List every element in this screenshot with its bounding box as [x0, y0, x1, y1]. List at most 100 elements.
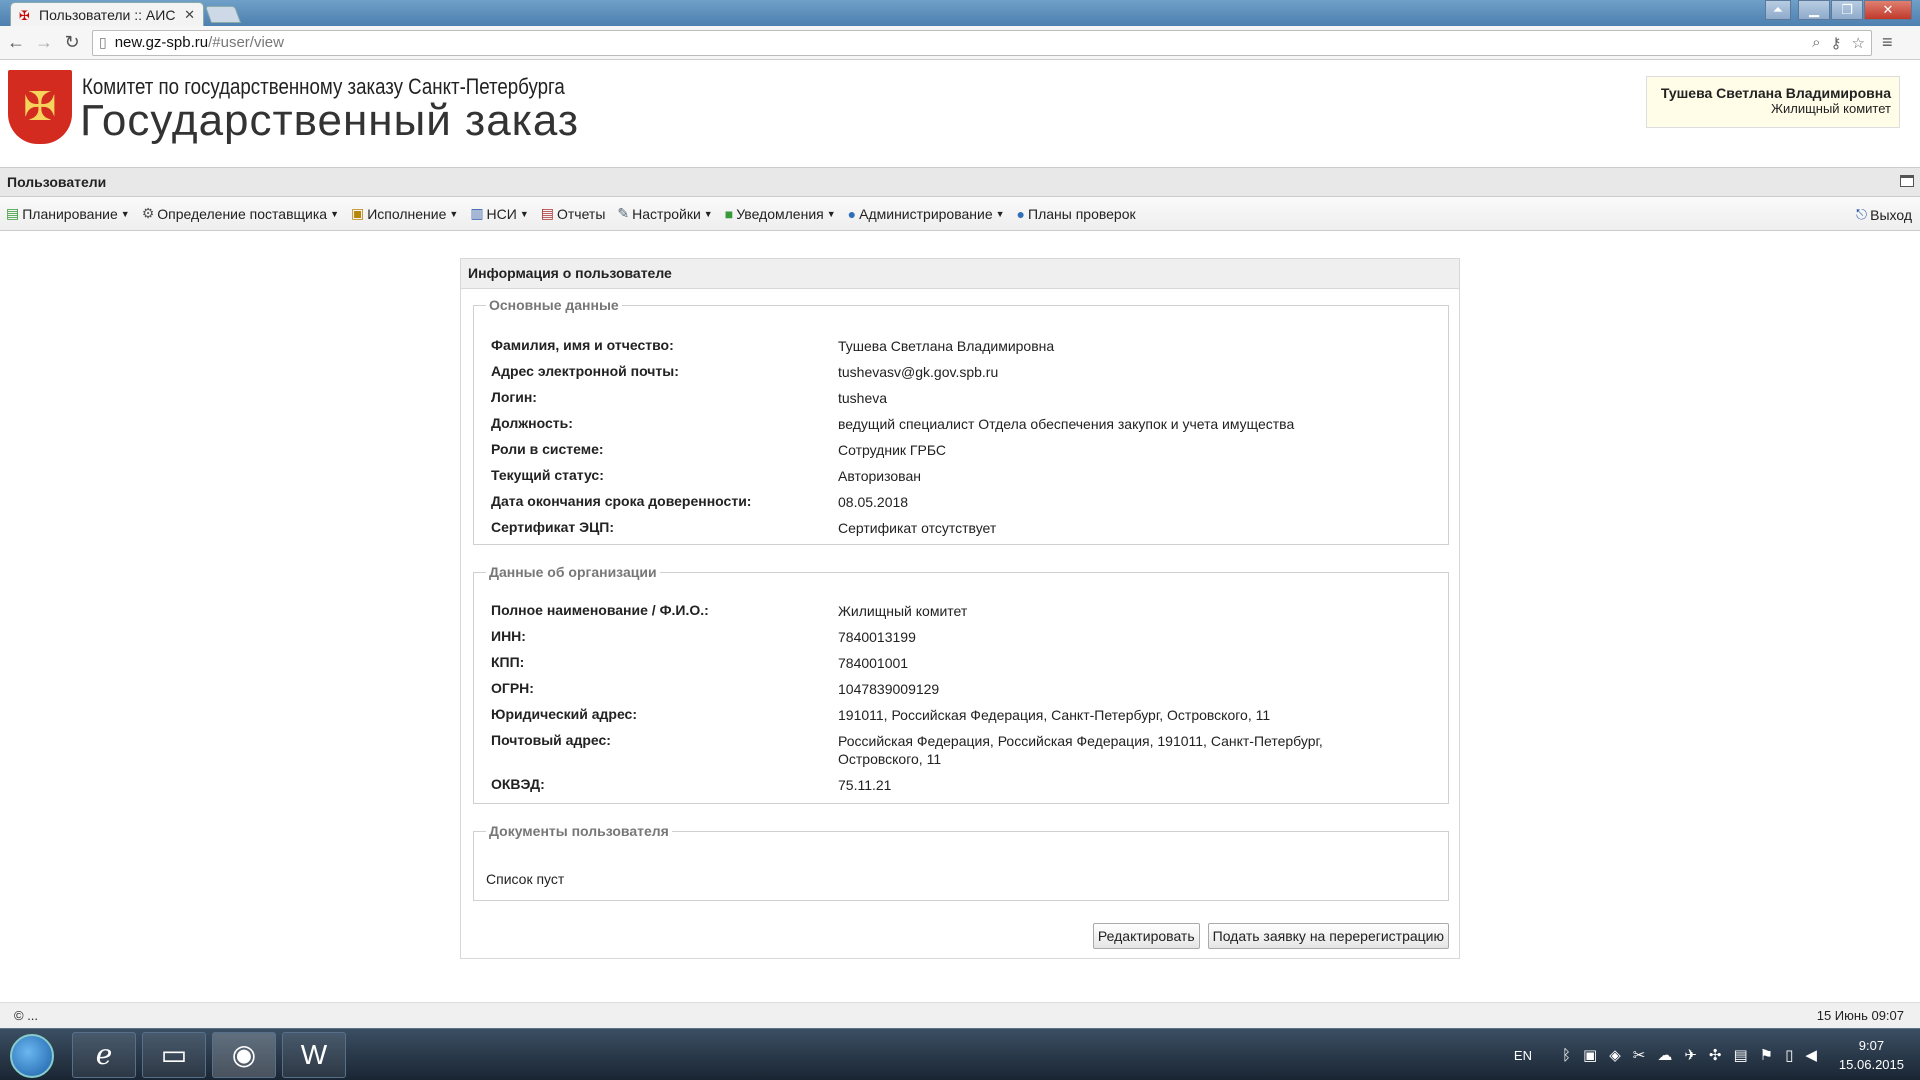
url-host: new.gz-spb.ru — [114, 34, 209, 51]
menu-inspection-plans[interactable]: ● Планы проверок — [1017, 206, 1136, 222]
user-documents-section: Документы пользователя Список пуст — [473, 823, 1449, 901]
field-value: 75.11.21 — [838, 777, 892, 793]
wrench-icon: ✎ — [617, 205, 630, 221]
execution-icon: ▣ — [351, 205, 365, 221]
menu-supplier-selection[interactable]: ⚙ Определение поставщика ▼ — [142, 205, 339, 222]
section-legend: Основные данные — [489, 297, 619, 313]
clock[interactable]: 9:07 15.06.2015 — [1839, 1036, 1904, 1074]
reregistration-request-button[interactable]: Подать заявку на перерегистрацию — [1207, 923, 1449, 949]
field-value: Российская Федерация, Российская Федерац… — [838, 733, 1323, 767]
planning-icon: ▤ — [6, 205, 20, 221]
field-label: Адрес электронной почты: — [491, 363, 679, 379]
maximize-button[interactable]: ❐ — [1831, 0, 1863, 20]
field-label: КПП: — [491, 654, 525, 670]
panel-title: Информация о пользователе — [461, 259, 1459, 289]
action-center-icon[interactable]: ⚑ — [1760, 1046, 1773, 1064]
network-icon[interactable]: ▯ — [1785, 1046, 1793, 1064]
user-icon: ● — [847, 205, 857, 222]
window-controls: ⏶ ▁ ❐ ✕ — [1764, 0, 1912, 20]
system-tray: EN ᛒ ▣ ◈ ✂ ☁ ✈ ✣ ▤ ⚑ ▯ ◀ 9:07 15.06.2015 — [1514, 1029, 1920, 1080]
field-label: Почтовый адрес: — [491, 732, 611, 748]
menu-planning[interactable]: ▤ Планирование ▼ — [6, 205, 130, 222]
user-organization: Жилищный комитет — [1770, 101, 1891, 116]
chevron-down-icon: ▼ — [995, 208, 1005, 219]
language-indicator[interactable]: EN — [1514, 1048, 1532, 1063]
forward-arrow-icon[interactable]: → — [32, 32, 56, 53]
menu-reports[interactable]: ▤ Отчеты — [541, 205, 606, 222]
browser-toolbar: ← → ↻ ▯ new.gz-spb.ru/#user/view ⌕ ⚷ ☆ ≡ — [0, 26, 1920, 60]
spb-crest-logo[interactable]: ✠ — [8, 70, 72, 144]
section-legend: Данные об организации — [489, 564, 657, 580]
field-value: 784001001 — [838, 655, 909, 671]
menu-label: НСИ — [486, 205, 517, 222]
chevron-down-icon: ▼ — [826, 208, 836, 219]
field-value: 1047839009129 — [838, 681, 940, 697]
menu-administration[interactable]: ● Администрирование ▼ — [848, 206, 1005, 222]
field-label: Фамилия, имя и отчество: — [491, 337, 674, 353]
site-title: Государственный заказ — [80, 96, 580, 145]
back-arrow-icon[interactable]: ← — [4, 32, 28, 53]
site-header: ✠ Комитет по государственному заказу Сан… — [0, 60, 1920, 165]
field-value: 7840013199 — [838, 629, 916, 645]
chevron-down-icon: ▼ — [120, 208, 130, 219]
volume-icon[interactable]: ◀ — [1805, 1046, 1817, 1064]
bluetooth-icon[interactable]: ᛒ — [1562, 1047, 1571, 1064]
basic-data-section: Основные данные Фамилия, имя и отчество:… — [473, 297, 1449, 545]
chevron-down-icon: ▼ — [330, 208, 339, 219]
module-title: Пользователи — [7, 174, 107, 190]
start-button[interactable] — [10, 1034, 54, 1078]
field-value: 08.05.2018 — [838, 494, 909, 510]
main-menu: ▤ Планирование ▼ ⚙ Определение поставщика ▼ … — [0, 197, 1920, 231]
menu-nsi[interactable]: ▥ НСИ ▼ — [470, 205, 528, 222]
address-bar[interactable]: ▯ new.gz-spb.ru/#user/view ⌕ ⚷ ☆ — [92, 29, 1872, 56]
book-icon: ▥ — [470, 205, 484, 221]
menu-label: Планы проверок — [1028, 205, 1136, 222]
internet-explorer-icon[interactable]: ℯ — [72, 1032, 136, 1078]
star-icon[interactable]: ☆ — [1852, 34, 1865, 52]
key-icon[interactable]: ⚷ — [1831, 34, 1842, 52]
reload-icon[interactable]: ↻ — [60, 32, 84, 53]
footer-datetime: 15 Июнь 09:07 — [1816, 1008, 1904, 1023]
organization-section: Данные об организации Полное наименовани… — [473, 564, 1449, 804]
folder-icon[interactable]: ▭ — [142, 1032, 206, 1078]
word-icon[interactable]: W — [282, 1032, 346, 1078]
zoom-icon[interactable]: ⌕ — [1812, 34, 1820, 52]
close-window-button[interactable]: ✕ — [1864, 0, 1912, 20]
tray-app-icon[interactable]: ☁ — [1657, 1046, 1672, 1064]
chrome-icon[interactable]: ◉ — [212, 1032, 276, 1078]
field-label: Сертификат ЭЦП: — [491, 519, 615, 535]
menu-label: Исполнение — [367, 205, 447, 222]
browser-menu-icon[interactable]: ≡ — [1882, 32, 1893, 53]
browser-tab[interactable]: ✠ Пользователи :: АИС ✕ — [10, 2, 204, 26]
tray-app-icon[interactable]: ✣ — [1709, 1046, 1722, 1064]
exit-link[interactable]: ⎋ Выход — [1856, 206, 1912, 223]
field-label: Логин: — [491, 389, 537, 405]
page-icon: ▯ — [99, 34, 107, 50]
profile-icon[interactable]: ⏶ — [1765, 0, 1791, 20]
clock-date: 15.06.2015 — [1838, 1057, 1904, 1072]
tray-app-icon[interactable]: ▤ — [1733, 1046, 1747, 1064]
edit-button[interactable]: Редактировать — [1092, 923, 1200, 949]
page-footer: © ... 15 Июнь 09:07 — [0, 1002, 1920, 1028]
menu-label: Настройки — [632, 205, 701, 222]
user-info-panel: Информация о пользователе Основные данны… — [460, 258, 1460, 959]
field-label: ИНН: — [491, 628, 526, 644]
menu-label: Отчеты — [557, 205, 606, 222]
tray-app-icon[interactable]: ✈ — [1684, 1046, 1697, 1064]
tray-app-icon[interactable]: ◈ — [1609, 1046, 1621, 1064]
collapse-icon[interactable] — [1900, 175, 1914, 187]
browser-tab-strip: ✠ Пользователи :: АИС ✕ ⏶ ▁ ❐ ✕ — [0, 0, 1920, 26]
field-value: 191011, Российская Федерация, Санкт-Пете… — [838, 707, 1271, 723]
tray-app-icon[interactable]: ✂ — [1633, 1046, 1646, 1064]
user-icon: ● — [1016, 205, 1026, 222]
menu-notifications[interactable]: ■ Уведомления ▼ — [725, 206, 836, 222]
menu-settings[interactable]: ✎ Настройки ▼ — [617, 205, 712, 222]
tray-app-icon[interactable]: ▣ — [1583, 1046, 1597, 1064]
new-tab-button[interactable] — [204, 6, 242, 23]
close-tab-icon[interactable]: ✕ — [184, 7, 195, 23]
module-title-bar: Пользователи — [0, 167, 1920, 197]
field-value: Тушева Светлана Владимировна — [838, 338, 1055, 354]
minimize-button[interactable]: ▁ — [1798, 0, 1830, 20]
exit-label: Выход — [1870, 206, 1912, 223]
menu-execution[interactable]: ▣ Исполнение ▼ — [351, 205, 458, 222]
